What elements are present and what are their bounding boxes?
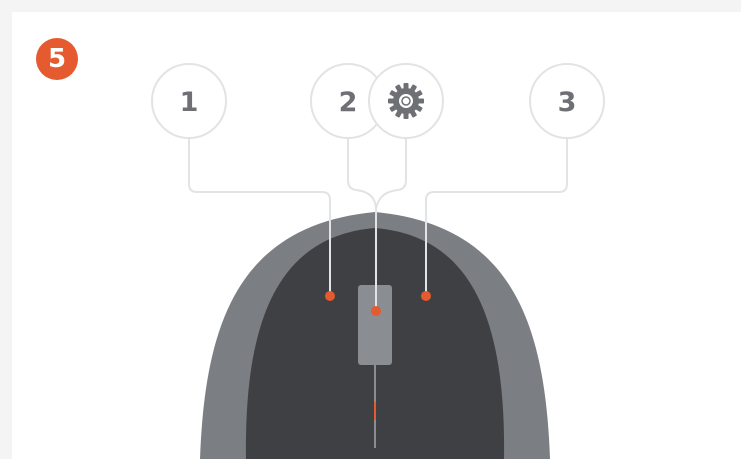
button-2-label: 2 <box>339 87 358 118</box>
left-button-dot <box>325 291 335 301</box>
callout-line-wheel <box>375 138 407 211</box>
button-1-label: 1 <box>180 87 199 118</box>
button-3-label: 3 <box>558 87 577 118</box>
middle-button-dot <box>371 306 381 316</box>
mouse-diagram: 1 2 3 <box>151 63 605 459</box>
diagram-canvas: 5 1 2 3 <box>0 0 741 459</box>
right-button-dot <box>421 291 431 301</box>
